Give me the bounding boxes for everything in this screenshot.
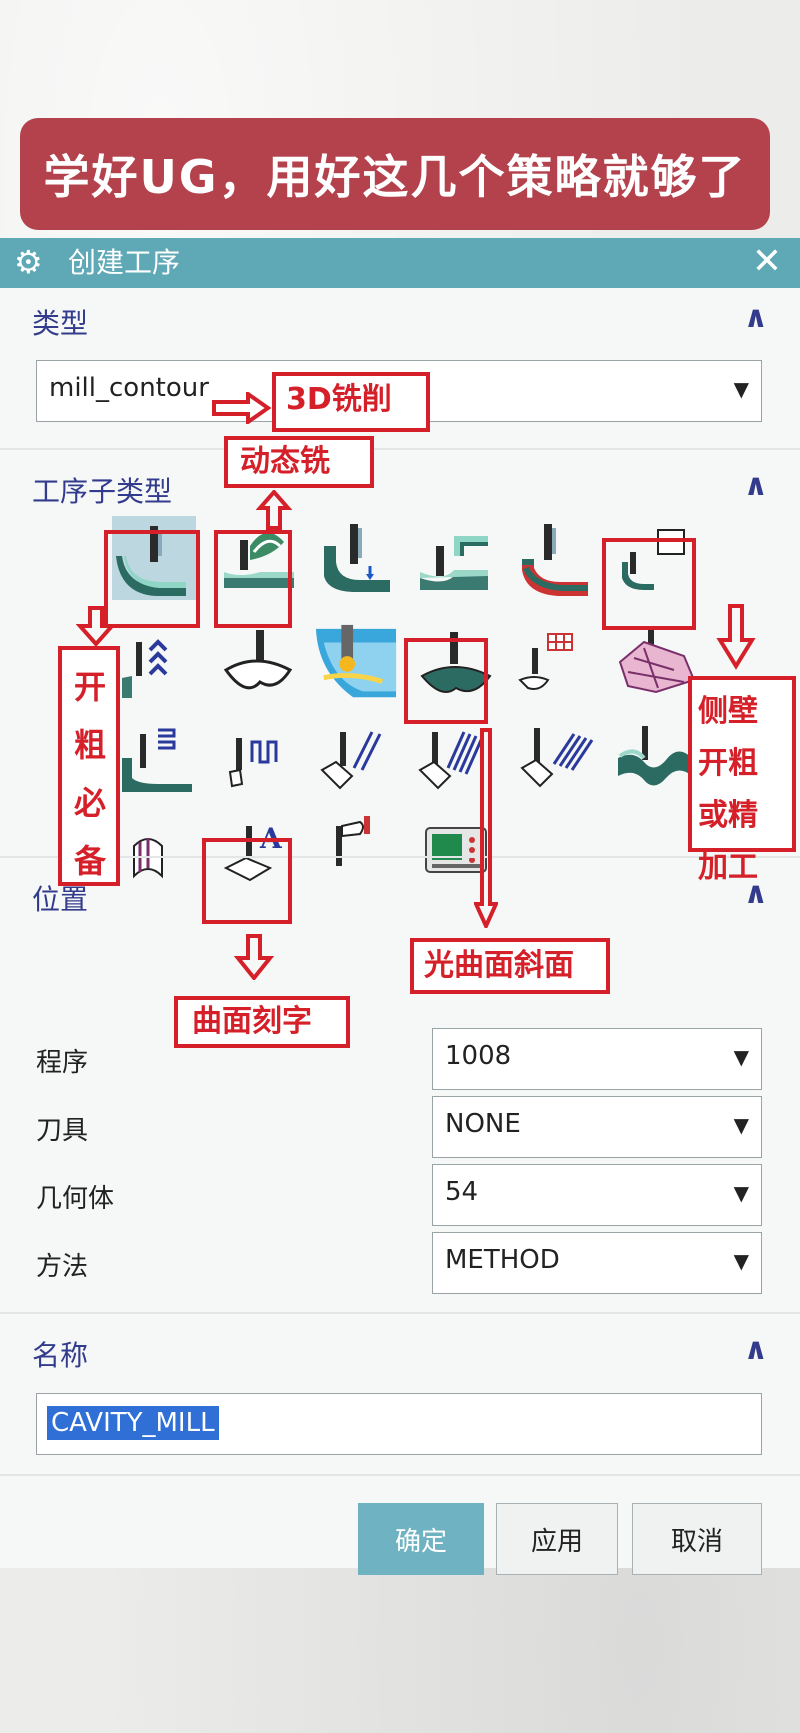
solid-profile-3d-icon[interactable] xyxy=(216,714,300,798)
tool-value: NONE xyxy=(445,1109,521,1139)
tool-label: 刀具 xyxy=(36,1116,89,1146)
chevron-up-icon[interactable]: ∧ xyxy=(744,1332,768,1367)
arrow-right-icon xyxy=(212,392,272,424)
tool-select[interactable]: NONE ▼ xyxy=(432,1096,762,1158)
divider xyxy=(0,448,800,450)
divider xyxy=(0,856,800,858)
dropdown-arrow-icon[interactable]: ▼ xyxy=(734,1113,749,1137)
highlight-box-adaptive-mill xyxy=(214,530,292,628)
dialog-titlebar: ⚙ 创建工序 ✕ xyxy=(0,238,800,288)
section-subtype-label: 工序子类型 xyxy=(32,475,173,508)
flowcut-ref-tool-icon[interactable] xyxy=(614,714,698,798)
geometry-value: 54 xyxy=(445,1177,479,1207)
geometry-select[interactable]: 54 ▼ xyxy=(432,1164,762,1226)
program-label: 程序 xyxy=(36,1048,89,1078)
background-bottom xyxy=(0,1568,800,1733)
annotation-smooth-surface: 光曲面斜面 xyxy=(410,938,610,994)
divider xyxy=(0,1474,800,1476)
corner-rough-icon[interactable] xyxy=(414,516,498,600)
name-input-value: CAVITY_MILL xyxy=(47,1406,219,1440)
program-select[interactable]: 1008 ▼ xyxy=(432,1028,762,1090)
geometry-label: 几何体 xyxy=(36,1184,115,1214)
highlight-box-zlevel-corner xyxy=(602,538,696,630)
name-input[interactable]: CAVITY_MILL xyxy=(36,1393,762,1455)
rest-milling-icon[interactable] xyxy=(514,516,598,600)
program-value: 1008 xyxy=(445,1041,512,1071)
annotation-3d-mill: 3D铣削 xyxy=(272,372,430,432)
arrow-down-icon xyxy=(474,728,498,928)
section-name-label: 名称 xyxy=(32,1339,89,1372)
section-type-label: 类型 xyxy=(32,307,89,340)
annotation-sidewall: 侧壁开粗或精加工 xyxy=(688,676,796,885)
streamline-icon[interactable] xyxy=(514,622,598,706)
method-select[interactable]: METHOD ▼ xyxy=(432,1232,762,1294)
annotation-dynamic-mill: 动态铣 xyxy=(224,436,374,488)
contour-text-surface-icon[interactable] xyxy=(614,622,698,706)
ok-button[interactable]: 确定 xyxy=(358,1503,484,1575)
highlight-box-cavity-mill xyxy=(104,530,200,628)
flowcut-icon[interactable] xyxy=(314,622,400,706)
section-location-header[interactable]: 位置 ∧ xyxy=(0,864,800,924)
method-value: METHOD xyxy=(445,1245,560,1275)
flowcut-multiple-icon[interactable] xyxy=(514,714,598,798)
highlight-box-planar-text xyxy=(202,838,292,924)
section-name-header[interactable]: 名称 ∧ xyxy=(0,1320,800,1380)
dropdown-arrow-icon[interactable]: ▼ xyxy=(734,1249,749,1273)
type-select-value: mill_contour xyxy=(49,373,209,403)
contour-profile-icon[interactable] xyxy=(316,714,400,798)
annotation-rough-essential: 开粗必备 xyxy=(58,646,120,886)
section-type-header[interactable]: 类型 ∧ xyxy=(0,288,800,348)
dropdown-arrow-icon[interactable]: ▼ xyxy=(734,377,749,401)
arrow-down-icon xyxy=(716,604,756,670)
arrow-up-icon xyxy=(256,490,292,530)
zlevel-profile-steep-icon[interactable] xyxy=(118,714,202,798)
close-icon[interactable]: ✕ xyxy=(752,240,782,284)
dialog-title: 创建工序 xyxy=(68,246,181,279)
chevron-up-icon[interactable]: ∧ xyxy=(744,468,768,503)
gear-icon: ⚙ xyxy=(14,243,43,281)
dropdown-arrow-icon[interactable]: ▼ xyxy=(734,1181,749,1205)
banner-title: 学好UG，用好这几个策略就够了 xyxy=(20,118,770,230)
apply-button[interactable]: 应用 xyxy=(496,1503,618,1575)
chevron-up-icon[interactable]: ∧ xyxy=(744,300,768,335)
section-subtype-header[interactable]: 工序子类型 ∧ xyxy=(0,456,800,516)
cancel-button[interactable]: 取消 xyxy=(632,1503,762,1575)
zlevel-profile-icon[interactable] xyxy=(316,516,400,600)
dropdown-arrow-icon[interactable]: ▼ xyxy=(734,1045,749,1069)
arrow-down-icon xyxy=(234,934,274,980)
divider xyxy=(0,1312,800,1314)
arrow-down-icon xyxy=(76,606,116,646)
method-label: 方法 xyxy=(36,1252,89,1282)
area-contour-icon[interactable] xyxy=(216,622,300,706)
fixed-contour-icon[interactable] xyxy=(118,622,202,706)
highlight-box-contour-area xyxy=(404,638,488,724)
annotation-engrave: 曲面刻字 xyxy=(174,996,350,1048)
